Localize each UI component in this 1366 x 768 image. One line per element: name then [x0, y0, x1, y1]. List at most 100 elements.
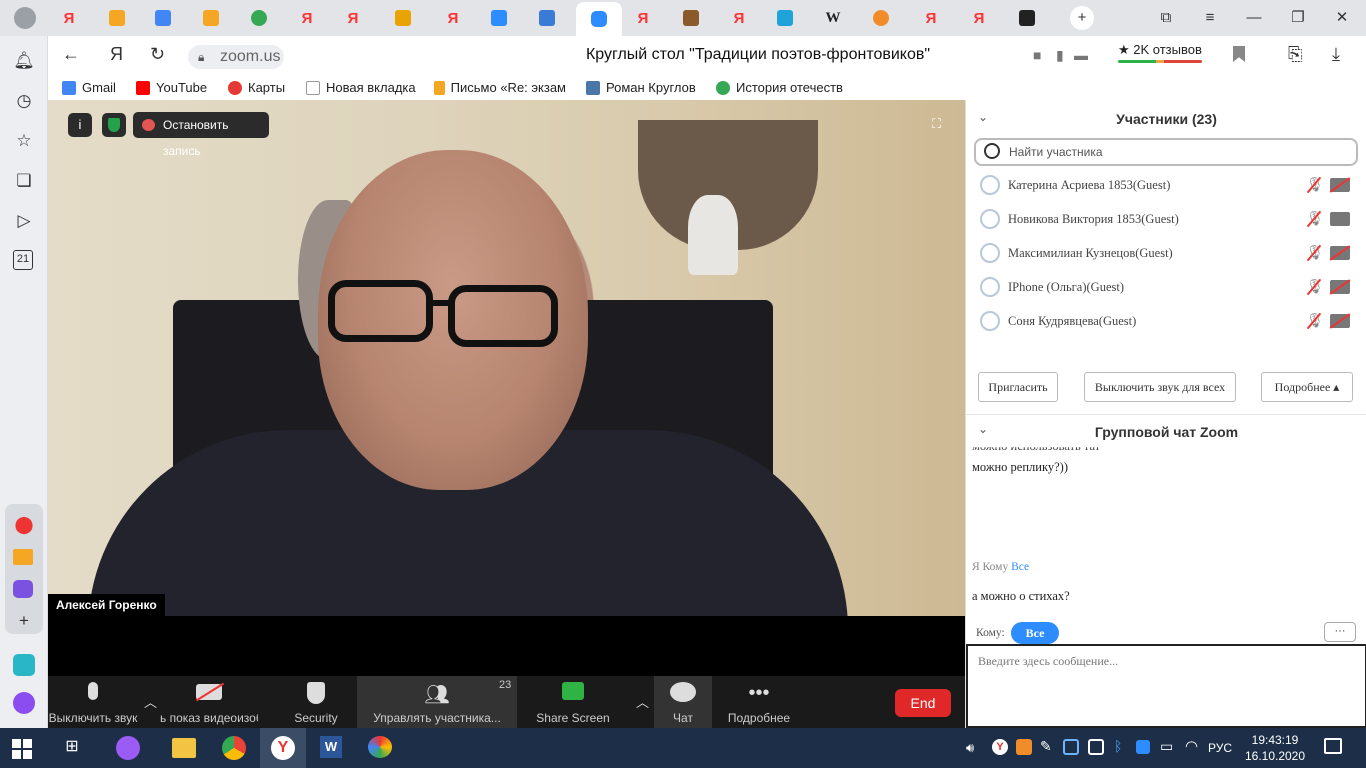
tab-wiki-icon[interactable]: W [820, 6, 846, 30]
paint-taskbar-icon[interactable] [368, 736, 392, 760]
mic-icon[interactable]: ▮ [1056, 47, 1064, 64]
encryption-shield-icon[interactable] [102, 113, 126, 137]
monitor-tray-icon[interactable] [1088, 739, 1104, 755]
word-taskbar-icon[interactable]: W [320, 736, 344, 760]
tab-h-icon[interactable] [772, 6, 798, 30]
maps-pin-icon[interactable]: ⬤ [13, 514, 35, 536]
bookmark-history[interactable]: История отечеств [716, 80, 852, 95]
profile-avatar-icon[interactable] [12, 6, 38, 30]
chat-more-button[interactable]: ··· [1324, 622, 1356, 642]
tab-mail-icon[interactable] [104, 6, 130, 30]
participant-row[interactable]: IPhone (Ольга)(Guest) 🎙︎ [966, 270, 1366, 304]
send-app-icon[interactable] [13, 654, 35, 676]
chat-to-all[interactable]: Все [1011, 561, 1029, 573]
fullscreen-icon[interactable]: ⛶ [932, 117, 946, 131]
share-screen-button[interactable]: Share Screen [528, 676, 618, 728]
security-button[interactable]: Security [284, 676, 348, 728]
share-options-chevron-icon[interactable]: ︿ [636, 692, 649, 711]
task-view-icon[interactable]: ⊞ [60, 736, 84, 760]
windows-start-icon[interactable] [12, 736, 36, 760]
tab-yandex-icon[interactable]: Я [56, 6, 82, 30]
tab-num3-icon[interactable] [534, 6, 560, 30]
tab-gift-icon[interactable] [390, 6, 416, 30]
history-icon[interactable]: ◷ [13, 90, 35, 112]
new-tab-plus-icon[interactable]: + [1070, 6, 1094, 30]
more-button[interactable]: ••• Подробнее [722, 676, 796, 728]
tab-yandex4-icon[interactable]: Я [440, 6, 466, 30]
extensions-icon[interactable]: ⎘ [1288, 44, 1302, 65]
alice-taskbar-icon[interactable] [116, 736, 140, 760]
tab-docs-icon[interactable] [150, 6, 176, 30]
bookmark-maps[interactable]: Карты [228, 80, 285, 95]
bookmark-letter[interactable]: Письмо «Re: экзам [434, 80, 566, 95]
yandex-browser-taskbar-icon[interactable]: Y [271, 736, 295, 760]
download-icon[interactable]: ⤓ [1332, 44, 1340, 65]
tab-film-icon[interactable] [868, 6, 894, 30]
tab-yandex3-icon[interactable]: Я [340, 6, 366, 30]
recipient-select[interactable]: Все [1011, 622, 1059, 644]
calendar-icon[interactable]: 21 [13, 250, 33, 270]
url-field[interactable]: 🔒︎ zoom.us [188, 45, 284, 69]
mail-icon[interactable] [13, 546, 35, 568]
participant-row[interactable]: Соня Кудрявцева(Guest) 🎙︎ [966, 304, 1366, 338]
end-meeting-button[interactable]: End [895, 689, 951, 717]
tab-chrome-icon[interactable] [246, 6, 272, 30]
wifi-icon[interactable]: ◠ [1185, 737, 1198, 755]
bookmark-gmail[interactable]: Gmail [62, 80, 116, 95]
notifications-center-icon[interactable] [1324, 738, 1342, 754]
volume-icon[interactable]: 🔊︎ [966, 740, 974, 756]
meeting-info-icon[interactable]: i [68, 113, 92, 137]
tab-yandex7-icon[interactable]: Я [918, 6, 944, 30]
messenger-icon[interactable] [13, 578, 35, 600]
tab-chat-icon[interactable] [486, 6, 512, 30]
minimize-icon[interactable]: — [1241, 6, 1267, 30]
bookmark-new-tab[interactable]: Новая вкладка [306, 80, 416, 95]
notifications-icon[interactable]: 🔔︎ [13, 50, 35, 72]
add-app-icon[interactable]: + [13, 610, 35, 632]
participant-search-input[interactable]: Найти участника [974, 138, 1358, 166]
taskbar-clock[interactable]: 19:43:19 16.10.2020 [1240, 732, 1310, 764]
yandex-logo-icon[interactable]: Я [110, 44, 123, 65]
manage-participants-button[interactable]: 👥︎ Управлять участника... [357, 676, 517, 728]
restore-icon[interactable]: ❐ [1285, 6, 1311, 30]
mute-button[interactable]: Выключить звук [48, 676, 138, 728]
tabs-overview-icon[interactable]: ⧉ [1153, 6, 1179, 30]
bookmark-vk[interactable]: Роман Круглов [586, 80, 696, 95]
alice-icon[interactable] [13, 692, 35, 714]
participants-more-button[interactable]: Подробнее ▴ [1261, 372, 1353, 402]
menu-icon[interactable]: ≡ [1197, 6, 1223, 30]
zoom-tray-icon[interactable] [1136, 740, 1150, 754]
media-play-icon[interactable]: ▷ [13, 210, 35, 232]
fox-tray-icon[interactable] [1016, 739, 1032, 755]
mute-all-button[interactable]: Выключить звук для всех [1084, 372, 1236, 402]
file-explorer-icon[interactable] [172, 736, 196, 760]
invite-button[interactable]: Пригласить [978, 372, 1058, 402]
chat-button[interactable]: Чат [654, 676, 712, 728]
network-app-tray-icon[interactable] [1063, 739, 1079, 755]
reload-icon[interactable]: ↻ [150, 44, 165, 65]
yandex-tray-icon[interactable]: Y [992, 739, 1008, 755]
bookmark-icon[interactable] [1233, 46, 1245, 62]
tab-mail2-icon[interactable] [198, 6, 224, 30]
audio-options-chevron-icon[interactable]: ︿ [144, 692, 157, 711]
tab-yandex8-icon[interactable]: Я [966, 6, 992, 30]
stop-video-button[interactable]: ь показ видеоизоб [160, 676, 258, 728]
participant-row[interactable]: Максимилиан Кузнецов(Guest) 🎙︎ [966, 236, 1366, 270]
participant-row[interactable]: Катерина Асриева 1853(Guest) 🎙︎ [966, 168, 1366, 202]
tab-zoom-icon[interactable] [576, 2, 622, 36]
tab-yandex2-icon[interactable]: Я [294, 6, 320, 30]
bookmark-youtube[interactable]: YouTube [136, 80, 207, 95]
camera-icon[interactable]: ■ [1033, 47, 1041, 63]
bluetooth-icon[interactable]: ᛒ [1114, 738, 1122, 754]
bookmarks-star-icon[interactable]: ☆ [13, 130, 35, 152]
participant-row[interactable]: Новикова Виктория 1853(Guest) 🎙︎ [966, 202, 1366, 236]
tab-yandex5-icon[interactable]: Я [630, 6, 656, 30]
tab-yandex6-icon[interactable]: Я [726, 6, 752, 30]
close-icon[interactable]: ✕ [1329, 6, 1355, 30]
battery-icon[interactable]: ▭ [1160, 738, 1173, 755]
chat-bubble-icon[interactable]: ▬ [1074, 47, 1088, 63]
tools-tray-icon[interactable]: ✎ [1040, 738, 1052, 755]
stop-recording-button[interactable]: Остановить запись [133, 112, 269, 158]
tab-brick-icon[interactable] [678, 6, 704, 30]
chat-message-input[interactable]: Введите здесь сообщение... [966, 644, 1366, 728]
